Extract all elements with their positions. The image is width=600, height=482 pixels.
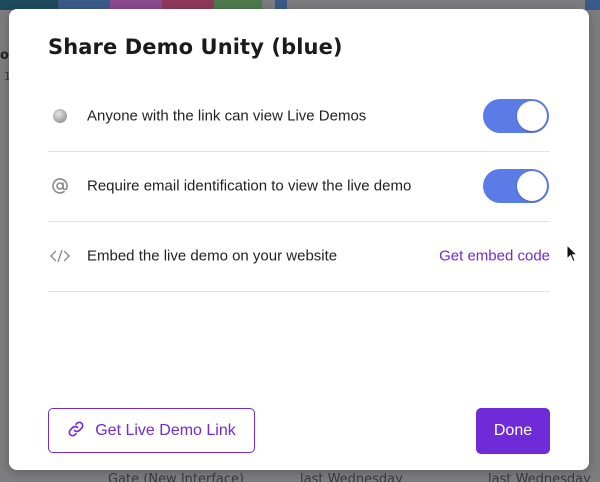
get-embed-code-link[interactable]: Get embed code [439,248,550,265]
bg-cell-text: last Wednesday [488,472,591,482]
share-dialog: Share Demo Unity (blue) Anyone with the … [9,9,589,470]
setting-label: Anyone with the link can view Live Demos [87,107,367,125]
get-live-demo-link-button[interactable]: Get Live Demo Link [48,408,255,453]
toggle-knob [517,101,547,131]
setting-row-email-identification: Require email identification to view the… [48,151,550,222]
at-sign-icon [50,176,70,196]
setting-label: Embed the live demo on your website [87,247,338,265]
setting-row-public-link: Anyone with the link can view Live Demos [48,81,550,152]
email-identification-toggle[interactable] [483,169,549,203]
link-icon [67,420,85,442]
toggle-knob [517,171,547,201]
button-label: Done [493,422,533,439]
done-button[interactable]: Done [476,408,550,454]
setting-row-embed: Embed the live demo on your website Get … [48,221,550,292]
dialog-title: Share Demo Unity (blue) [48,35,343,59]
code-icon [50,246,70,266]
page: ol 1 Gate (New Interface) last Wednesday… [0,0,600,482]
bg-cell-text: Gate (New Interface) [108,472,245,482]
setting-label: Require email identification to view the… [87,177,412,195]
public-link-toggle[interactable] [483,99,549,133]
bg-cell-text: last Wednesday [300,472,403,482]
bg-color-strip [585,0,600,10]
button-label: Get Live Demo Link [95,421,236,439]
globe-icon [50,106,70,126]
mouse-cursor-icon [566,243,579,267]
